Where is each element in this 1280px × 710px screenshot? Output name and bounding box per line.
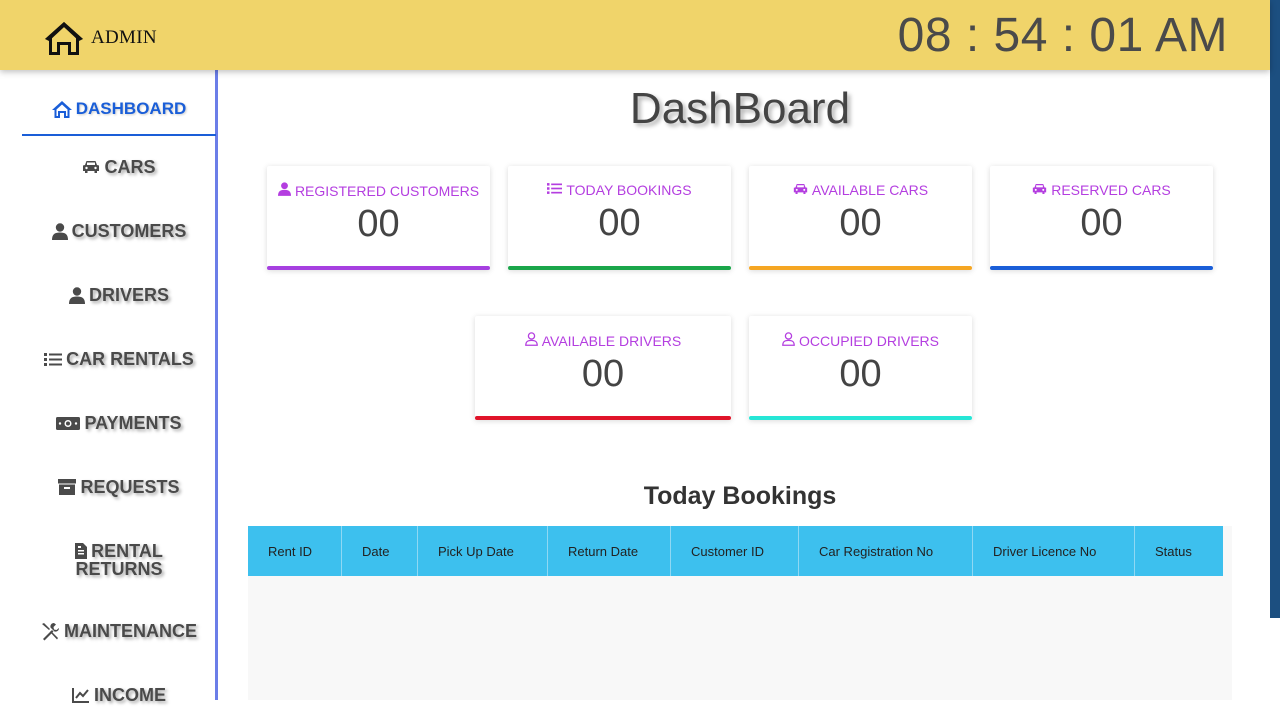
column-header-status[interactable]: Status <box>1135 526 1223 576</box>
sidebar-item-maintenance[interactable]: MAINTENANCE <box>22 616 216 646</box>
money-icon <box>56 416 81 431</box>
card-accent-bar <box>749 416 972 420</box>
card-value: 00 <box>839 202 882 244</box>
column-header-pick-up-date[interactable]: Pick Up Date <box>418 526 548 576</box>
user-icon <box>51 222 68 240</box>
card-label: TODAY BOOKINGS <box>566 182 692 198</box>
home-icon <box>51 100 72 118</box>
list-icon <box>547 182 566 198</box>
sidebar-item-label-line1: RENTAL <box>91 541 163 561</box>
brand-label: ADMIN <box>91 27 157 48</box>
sidebar-item-dashboard[interactable]: DASHBOARD <box>22 84 216 136</box>
card-accent-bar <box>749 266 972 270</box>
sidebar-item-label: CAR RENTALS <box>66 348 194 369</box>
column-header-rent-id[interactable]: Rent ID <box>248 526 342 576</box>
today-bookings-title: Today Bookings <box>643 482 837 510</box>
stat-card-available-cars[interactable]: AVAILABLE CARS 00 <box>749 166 972 270</box>
card-label: OCCUPIED DRIVERS <box>798 332 940 349</box>
sidebar-item-label: REQUESTS <box>80 476 180 497</box>
sidebar-item-customers[interactable]: CUSTOMERS <box>22 216 216 246</box>
column-header-return-date[interactable]: Return Date <box>548 526 671 576</box>
sidebar-item-label: PAYMENTS <box>84 412 182 433</box>
stat-card-occupied-drivers[interactable]: OCCUPIED DRIVERS 00 <box>749 316 972 420</box>
sidebar: DASHBOARD CARS CUSTOMERS DRIVERS CAR REN… <box>0 70 218 705</box>
sidebar-item-requests[interactable]: REQUESTS <box>22 472 216 502</box>
user-outline-icon <box>782 332 799 349</box>
card-label: AVAILABLE DRIVERS <box>541 332 682 349</box>
card-value: 00 <box>598 202 641 244</box>
column-header-customer-id[interactable]: Customer ID <box>671 526 799 576</box>
user-outline-icon <box>524 332 542 349</box>
sidebar-item-label: CUSTOMERS <box>71 220 187 241</box>
card-value: 00 <box>1080 202 1123 244</box>
tools-icon <box>41 622 60 641</box>
card-label: REGISTERED CUSTOMERS <box>294 182 480 199</box>
column-header-date[interactable]: Date <box>342 526 418 576</box>
car-icon <box>793 182 812 198</box>
stat-card-reserved-cars[interactable]: RESERVED CARS 00 <box>990 166 1213 270</box>
car-icon <box>82 160 100 174</box>
card-accent-bar <box>508 266 731 270</box>
table-header-row: Rent ID Date Pick Up Date Return Date Cu… <box>248 526 1223 576</box>
right-edge-strip <box>1270 0 1280 618</box>
bookings-table: Rent ID Date Pick Up Date Return Date Cu… <box>248 526 1232 700</box>
user-icon <box>68 286 85 304</box>
card-label: AVAILABLE CARS <box>811 182 929 198</box>
stat-card-available-drivers[interactable]: AVAILABLE DRIVERS 00 <box>475 316 731 420</box>
column-header-car-registration-no[interactable]: Car Registration No <box>799 526 973 576</box>
sidebar-item-rental-returns[interactable]: RENTAL RETURNS <box>22 538 216 582</box>
list-icon <box>44 352 63 367</box>
card-value: 00 <box>839 353 882 395</box>
sidebar-item-income[interactable]: INCOME <box>22 680 216 710</box>
sidebar-item-car-rentals[interactable]: CAR RENTALS <box>22 344 216 374</box>
sidebar-item-label: CARS <box>104 156 156 177</box>
column-header-driver-licence-no[interactable]: Driver Licence No <box>973 526 1135 576</box>
card-label: RESERVED CARS <box>1051 182 1171 198</box>
clock-display: 08 : 54 : 01 AM <box>897 9 1228 62</box>
sidebar-item-label-line2: RETURNS <box>75 559 163 579</box>
card-accent-bar <box>990 266 1213 270</box>
sidebar-item-payments[interactable]: PAYMENTS <box>22 408 216 438</box>
card-value: 00 <box>581 353 625 395</box>
sidebar-item-cars[interactable]: CARS <box>22 152 216 182</box>
archive-icon <box>58 479 77 495</box>
car-icon <box>1032 182 1051 198</box>
file-icon <box>75 543 88 559</box>
chart-line-icon <box>72 687 90 703</box>
top-header: ADMIN 08 : 54 : 01 AM <box>0 0 1270 70</box>
card-accent-bar <box>475 416 731 420</box>
sidebar-item-drivers[interactable]: DRIVERS <box>22 280 216 310</box>
sidebar-item-label: MAINTENANCE <box>64 620 197 641</box>
sidebar-item-label: DRIVERS <box>88 284 169 305</box>
card-accent-bar <box>267 266 490 270</box>
user-icon <box>277 182 295 199</box>
brand[interactable]: ADMIN <box>44 20 157 56</box>
home-icon <box>44 20 84 56</box>
page-title: DashBoard <box>629 84 851 133</box>
stat-card-today-bookings[interactable]: TODAY BOOKINGS 00 <box>508 166 731 270</box>
card-value: 00 <box>357 203 400 245</box>
stat-card-registered-customers[interactable]: REGISTERED CUSTOMERS 00 <box>267 166 490 270</box>
sidebar-item-label: INCOME <box>94 684 166 705</box>
sidebar-item-label: DASHBOARD <box>75 99 187 118</box>
